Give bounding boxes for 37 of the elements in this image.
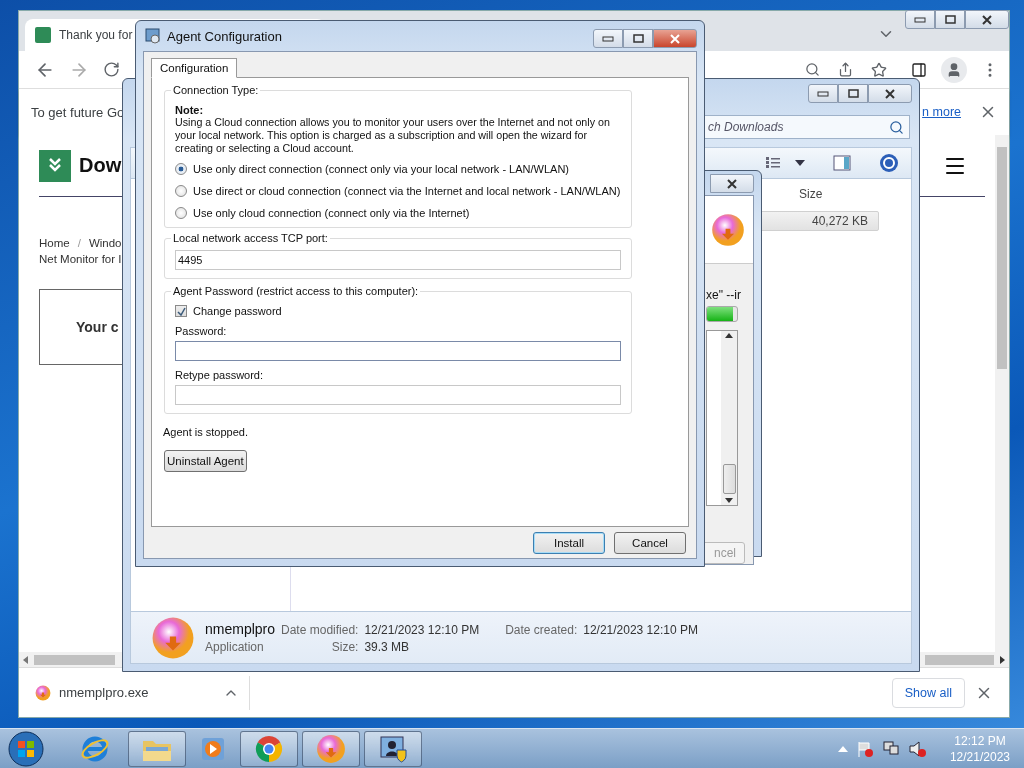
detail-value: 12/21/2023 12:10 PM: [364, 623, 480, 637]
group-title: Local network access TCP port:: [172, 232, 329, 244]
breadcrumb-item: /: [77, 237, 81, 249]
detail-value: 39.3 MB: [364, 640, 411, 654]
configuration-tab[interactable]: Configuration: [151, 58, 238, 78]
site-logo-text: Dow: [79, 154, 122, 177]
detail-label: Size:: [330, 640, 359, 654]
port-input[interactable]: 4495: [175, 250, 621, 270]
command-text: xe" --ir: [706, 288, 742, 302]
group-title: Connection Type:: [172, 84, 260, 96]
file-name: nmemplpro: [205, 621, 276, 637]
card-heading: Your c: [76, 319, 119, 335]
radio-label[interactable]: Use only direct connection (connect only via your local network - LAN/WLAN): [193, 163, 569, 175]
field-label: Retype password:: [175, 369, 265, 381]
page-subtitle: Net Monitor for I: [39, 253, 122, 265]
detail-value: 12/21/2023 12:10 PM: [583, 623, 698, 637]
status-text: Agent is stopped.: [163, 426, 249, 438]
radio-label[interactable]: Use direct or cloud connection (connect via the Internet and local network - LAN/WLAN): [193, 185, 621, 197]
learn-more-link[interactable]: n more: [922, 105, 961, 119]
cancel-button[interactable]: Cancel: [614, 531, 686, 554]
radio-label[interactable]: Use only cloud connection (connect only via the Internet): [193, 207, 470, 219]
install-button[interactable]: Install: [533, 531, 605, 554]
group-title: Agent Password (restrict access to this computer):: [172, 285, 420, 297]
column-header[interactable]: Size: [793, 187, 873, 201]
file-type: Application: [205, 640, 265, 654]
checkbox-label[interactable]: Change password: [193, 305, 282, 317]
window-title: Agent Configuration: [167, 28, 282, 44]
download-file-name[interactable]: nmemplpro.exe: [59, 685, 149, 700]
note-text: Using a Cloud connection allows you to monitor your users over the Internet and not only on your local network. This option is charged as a subscription and will open the wizard for creating or selecting a Cloud account.: [175, 116, 611, 155]
detail-label: Date modified:: [281, 623, 359, 637]
field-label: Password:: [175, 325, 228, 337]
detail-label: Date created:: [505, 623, 578, 637]
show-all-button[interactable]: Show all: [891, 677, 965, 708]
breadcrumb-item[interactable]: Home: [39, 237, 70, 249]
note-title: Note:: [175, 104, 205, 116]
breadcrumb-item[interactable]: Windo: [88, 237, 122, 249]
uninstall-button[interactable]: Uninstall Agent: [164, 450, 247, 472]
